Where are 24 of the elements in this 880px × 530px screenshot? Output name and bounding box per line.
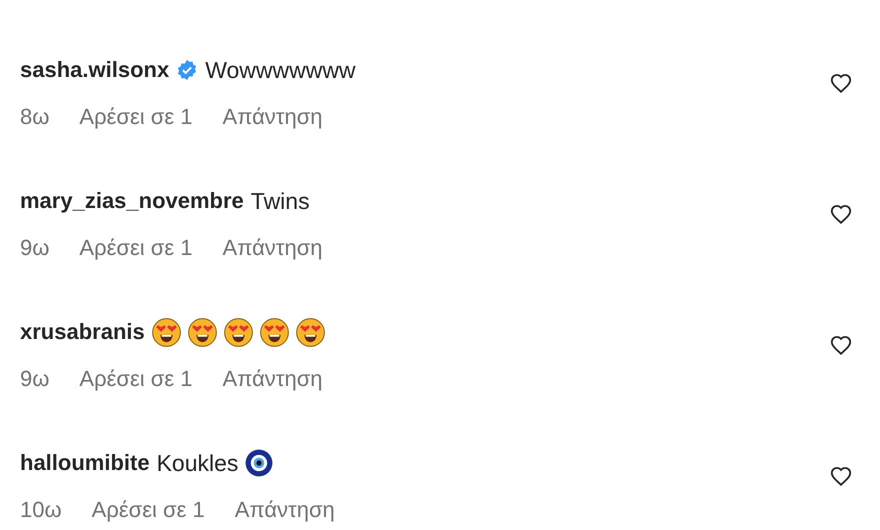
likes-link[interactable]: Αρέσει σε 1: [92, 497, 205, 523]
reply-link[interactable]: Απάντηση: [222, 235, 323, 261]
likes-link[interactable]: Αρέσει σε 1: [79, 366, 193, 392]
username[interactable]: sasha.wilsonx: [20, 57, 170, 83]
verified-badge-icon: [176, 59, 198, 81]
like-heart-icon[interactable]: [830, 204, 852, 226]
username[interactable]: mary_zias_novembre: [20, 188, 244, 214]
likes-link[interactable]: Αρέσει σε 1: [79, 104, 193, 130]
reply-link[interactable]: Απάντηση: [222, 366, 323, 392]
comment-text: Koukles: [156, 450, 238, 476]
like-heart-icon[interactable]: [830, 72, 852, 94]
comment-time: 10ω: [20, 497, 62, 523]
comment-time: 9ω: [20, 235, 50, 261]
username[interactable]: halloumibite: [20, 450, 150, 476]
likes-link[interactable]: Αρέσει σε 1: [79, 235, 193, 261]
comment-text: Twins: [250, 188, 310, 214]
reply-link[interactable]: Απάντηση: [222, 104, 323, 130]
like-heart-icon[interactable]: [830, 334, 852, 356]
like-heart-icon[interactable]: [830, 466, 852, 488]
username[interactable]: xrusabranis: [20, 319, 145, 345]
comment-text: Wowwwwwww: [205, 56, 356, 84]
comment-time: 8ω: [20, 104, 50, 130]
comment-time: 9ω: [20, 366, 50, 392]
reply-link[interactable]: Απάντηση: [234, 497, 335, 523]
